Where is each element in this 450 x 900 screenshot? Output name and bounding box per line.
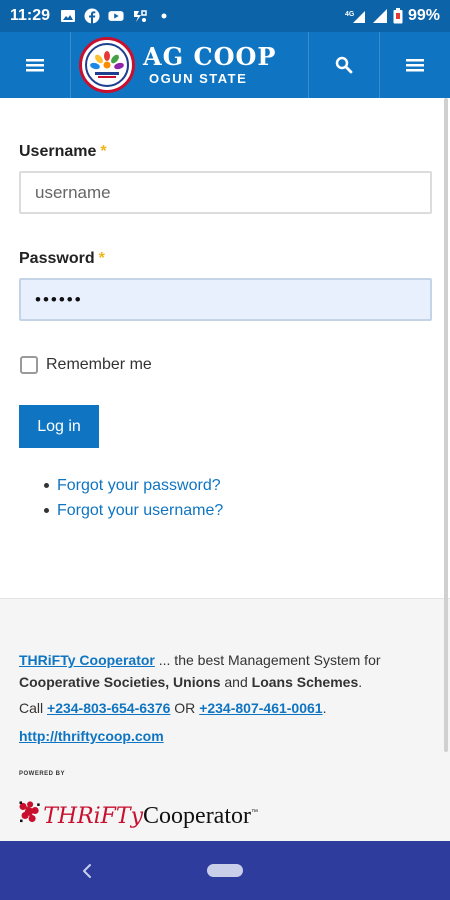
hamburger-icon <box>406 59 424 72</box>
remember-me-row[interactable]: Remember me <box>20 356 152 374</box>
password-input[interactable] <box>19 278 432 321</box>
forgot-username-link[interactable]: Forgot your username? <box>57 498 223 523</box>
password-label: Password * <box>19 250 105 268</box>
system-nav-bar <box>0 841 450 900</box>
svg-text:4G: 4G <box>345 11 355 18</box>
trademark-mark: ™ <box>251 809 258 816</box>
logo-text-cooperator: Cooperator <box>143 803 251 829</box>
logo-text-thrifty: THRiFTy <box>43 804 144 829</box>
coop-logo-icon <box>79 37 135 93</box>
help-links: Forgot your password? Forgot your userna… <box>44 473 223 523</box>
facebook-icon <box>84 8 100 24</box>
main-menu-button[interactable] <box>0 32 70 98</box>
required-marker: * <box>98 250 105 267</box>
required-marker: * <box>100 143 107 160</box>
footer-text: OR <box>170 700 200 716</box>
dot-icon <box>156 8 172 24</box>
battery-percent: 99% <box>407 7 440 24</box>
thrifty-cooperator-logo[interactable]: THRiFTy Cooperator ™ <box>18 789 258 835</box>
username-label: Username * <box>19 143 107 161</box>
footer-text: and <box>220 674 252 690</box>
battery-icon <box>393 8 403 24</box>
footer-brand-link[interactable]: THRiFTy Cooperator <box>19 652 155 668</box>
notification-icons <box>60 8 172 24</box>
search-button[interactable] <box>309 32 379 98</box>
search-icon <box>335 56 353 74</box>
website-link[interactable]: http://thriftycoop.com <box>19 728 164 744</box>
app-notification-icon <box>132 8 148 24</box>
footer-text: . <box>358 674 363 690</box>
hamburger-icon <box>26 59 44 72</box>
footer-text: . <box>322 700 327 716</box>
network-4g-icon: 4G <box>345 8 367 24</box>
password-label-text: Password <box>19 250 95 267</box>
footer-bold-text: Cooperative Societies, Unions <box>19 674 221 690</box>
phone-link-2[interactable]: +234-807-461-0061 <box>199 700 322 716</box>
brand-title: AG COOP <box>143 41 277 71</box>
forgot-password-link[interactable]: Forgot your password? <box>57 473 221 498</box>
status-time: 11:29 <box>10 7 51 24</box>
system-status: 4G 99% <box>345 7 440 25</box>
app-header: AG COOP OGUN STATE <box>0 32 450 98</box>
brand-subtitle: OGUN STATE <box>149 70 248 86</box>
footer-description: THRiFTy Cooperator ... the best Manageme… <box>19 649 381 693</box>
username-label-text: Username <box>19 143 97 160</box>
scrollbar[interactable] <box>444 98 448 752</box>
gallery-icon <box>60 8 76 24</box>
status-bar: 11:29 4G 99% <box>0 0 450 32</box>
footer-bold-text: Loans Schemes <box>251 674 359 690</box>
back-chevron-icon[interactable] <box>78 861 98 881</box>
username-input[interactable] <box>19 171 432 214</box>
footer-text: ... the best Management System for <box>154 652 381 668</box>
youtube-icon <box>108 8 124 24</box>
footer-text: Call <box>19 700 48 716</box>
footer: THRiFTy Cooperator ... the best Manageme… <box>0 598 450 841</box>
powered-by-label: POWERED BY <box>19 771 66 777</box>
login-button[interactable]: Log in <box>19 405 99 448</box>
footer-website: http://thriftycoop.com <box>19 725 164 747</box>
secondary-menu-button[interactable] <box>380 32 450 98</box>
list-item: Forgot your password? <box>44 473 223 498</box>
list-item: Forgot your username? <box>44 498 223 523</box>
home-pill-button[interactable] <box>207 864 243 877</box>
brand-home-link[interactable]: AG COOP OGUN STATE <box>71 32 308 98</box>
signal-icon <box>372 8 388 24</box>
thrifty-logo-mark-icon <box>19 801 40 823</box>
phone-link-1[interactable]: +234-803-654-6376 <box>47 700 170 716</box>
bullet-icon <box>44 483 49 488</box>
footer-contact: Call +234-803-654-6376 OR +234-807-461-0… <box>19 697 326 719</box>
remember-me-label: Remember me <box>46 356 152 373</box>
remember-me-checkbox[interactable] <box>20 356 38 374</box>
bullet-icon <box>44 508 49 513</box>
